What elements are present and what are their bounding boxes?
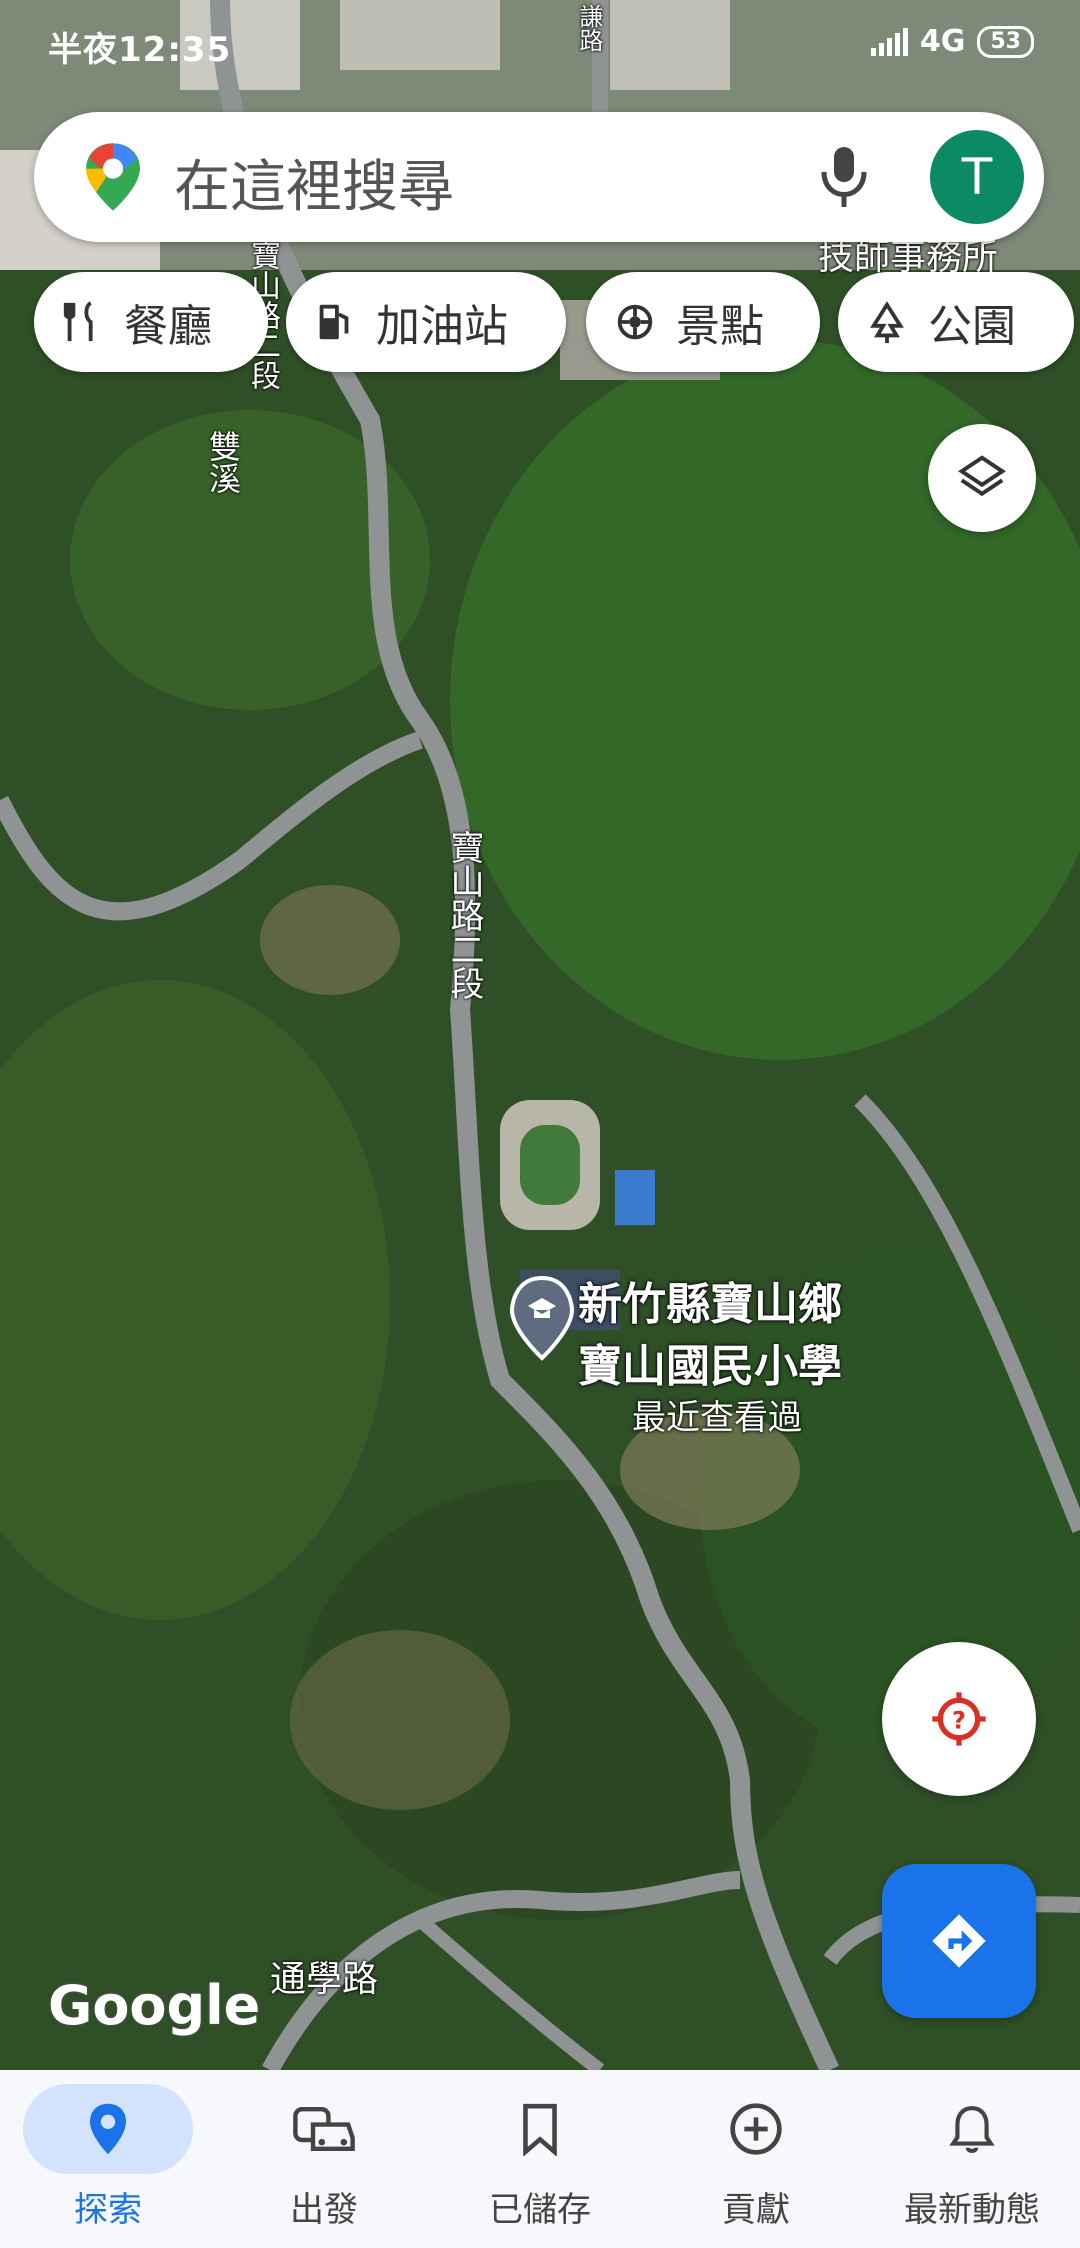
nav-label: 探索 [74,2190,142,2230]
network-type: 4G [919,24,966,59]
bottom-navigation: 探索 出發 已儲存 貢獻 最新動態 [0,2070,1080,2248]
explore-pin-icon [90,2103,126,2155]
status-time: 半夜12:35 [48,30,232,70]
nav-updates[interactable]: 最新動態 [864,2070,1080,2248]
search-input[interactable]: 在這裡搜尋 [174,142,454,223]
chip-label: 餐廳 [124,301,212,352]
status-bar: 半夜12:35 4G 53 [0,0,1080,90]
gas-station-icon [319,304,349,340]
account-avatar[interactable]: T [930,130,1024,224]
nav-label: 貢獻 [722,2190,790,2230]
microphone-icon[interactable] [814,142,874,212]
nav-label: 已儲存 [489,2190,591,2230]
road-label: 寶山路二段 [444,830,484,1000]
park-icon [870,301,904,344]
search-bar[interactable]: 在這裡搜尋 T [34,112,1044,242]
my-location-button[interactable]: ? [882,1642,1036,1796]
bell-icon [949,2106,995,2153]
poi-recently-viewed: 最近查看過 [632,1398,802,1438]
layers-icon [958,455,1006,497]
chip-attractions[interactable]: 景點 [586,272,820,372]
chip-label: 景點 [676,301,764,352]
poi-label[interactable]: 新竹縣寶山鄉 寶山國民小學 [578,1274,842,1398]
poi-name-line1: 新竹縣寶山鄉 [578,1279,842,1330]
signal-icon [870,27,908,56]
battery-icon: 53 [977,25,1034,58]
google-maps-logo-icon [86,143,140,211]
directions-icon [932,1914,986,1968]
commute-car-icon [293,2107,355,2151]
chip-gas-stations[interactable]: 加油站 [286,272,566,372]
add-circle-icon [730,2103,782,2155]
nav-label: 最新動態 [904,2190,1040,2230]
bookmark-icon [523,2103,557,2156]
nav-saved[interactable]: 已儲存 [432,2070,648,2248]
directions-button[interactable] [882,1864,1036,2018]
road-label: 通學路 [270,1959,379,2000]
svg-text:?: ? [952,1706,966,1734]
location-unknown-icon: ? [932,1692,986,1746]
road-label: 雙溪 [204,430,242,494]
nav-explore[interactable]: 探索 [0,2070,216,2248]
restaurant-icon [63,301,93,342]
nav-contribute[interactable]: 貢獻 [648,2070,864,2248]
nav-label: 出發 [290,2190,358,2230]
chip-parks[interactable]: 公園 [838,272,1074,372]
chip-label: 公園 [928,301,1016,352]
google-logo: Google [48,1974,261,2037]
nav-go[interactable]: 出發 [216,2070,432,2248]
poi-name-line2: 寶山國民小學 [578,1341,842,1392]
chip-label: 加油站 [376,301,508,352]
chip-restaurants[interactable]: 餐廳 [34,272,268,372]
layers-button[interactable] [928,424,1036,532]
attraction-icon [617,304,653,340]
